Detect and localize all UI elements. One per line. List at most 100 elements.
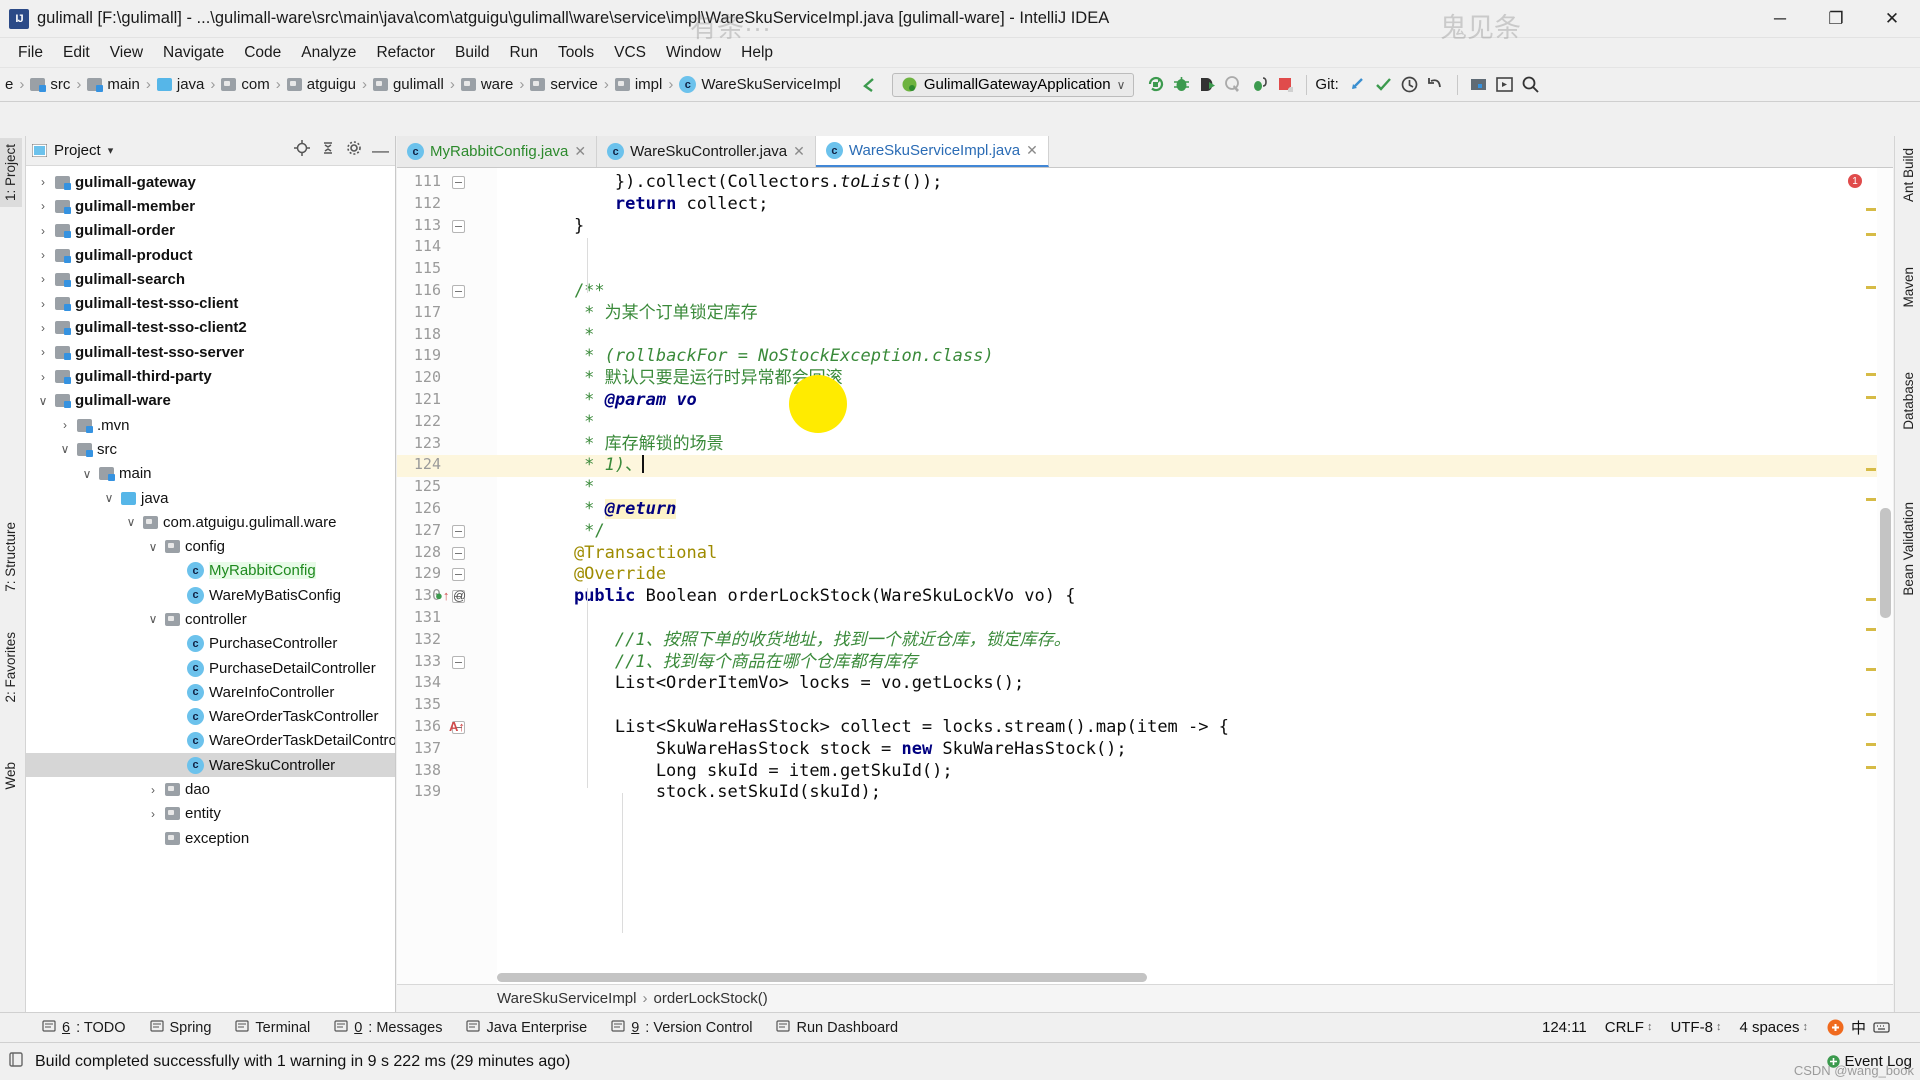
code-view[interactable]: 111 112 113 114 115 116 117 118 119 120 121 122 123 1… <box>397 168 1893 984</box>
tree-item[interactable]: c WareInfoController <box>26 680 395 704</box>
rerun-icon[interactable] <box>1142 72 1168 98</box>
ime-indicator[interactable]: 中 <box>1826 1017 1890 1038</box>
chevron-right-icon[interactable]: › <box>36 224 50 238</box>
breadcrumb-item-main[interactable]: main <box>84 74 143 95</box>
sidebar-item-web[interactable]: Web <box>0 756 22 796</box>
fold-toggle-icon[interactable] <box>452 568 465 582</box>
chevron-down-icon[interactable]: ∨ <box>102 491 116 505</box>
chevron-right-icon[interactable]: › <box>36 321 50 335</box>
code-line[interactable]: * 库存解锁的场景 <box>497 434 1893 456</box>
menu-item-code[interactable]: Code <box>234 40 291 66</box>
menu-item-edit[interactable]: Edit <box>53 40 100 66</box>
tree-item[interactable]: › gulimall-test-sso-client2 <box>26 316 395 340</box>
tree-item[interactable]: › .mvn <box>26 413 395 437</box>
menu-item-refactor[interactable]: Refactor <box>366 40 445 66</box>
code-line[interactable]: * <box>497 477 1893 499</box>
close-tab-icon[interactable]: ✕ <box>574 143 586 160</box>
tool-window-javaenterprise[interactable]: Java Enterprise <box>454 1016 599 1040</box>
chevron-down-icon[interactable]: ∨ <box>58 442 72 456</box>
chevron-right-icon[interactable]: › <box>36 345 50 359</box>
breadcrumb-class[interactable]: WareSkuServiceImpl <box>497 990 636 1007</box>
tree-item[interactable]: ∨ src <box>26 437 395 461</box>
debug-icon[interactable] <box>1168 72 1194 98</box>
tree-item[interactable]: › gulimall-third-party <box>26 364 395 388</box>
tree-item[interactable]: › gulimall-test-sso-client <box>26 291 395 315</box>
breadcrumb-item-src[interactable]: src <box>27 74 73 95</box>
code-line[interactable]: }).collect(Collectors.toList()); <box>497 172 1893 194</box>
fold-toggle-icon[interactable] <box>452 546 465 560</box>
code-line[interactable]: * 为某个订单锁定库存 <box>497 303 1893 325</box>
locate-icon[interactable] <box>294 140 310 161</box>
code-line[interactable] <box>497 259 1893 281</box>
attach-debugger-icon[interactable] <box>1246 72 1272 98</box>
sidebar-item-bean-validation[interactable]: Bean Validation <box>1897 496 1920 602</box>
menu-item-file[interactable]: File <box>8 40 53 66</box>
menu-item-build[interactable]: Build <box>445 40 499 66</box>
update-project-icon[interactable] <box>1345 72 1371 98</box>
maximize-button[interactable]: ❐ <box>1808 0 1864 38</box>
code-line[interactable]: List<OrderItemVo> locks = vo.getLocks(); <box>497 673 1893 695</box>
tree-item[interactable]: › gulimall-gateway <box>26 170 395 194</box>
fold-toggle-icon[interactable] <box>452 524 465 538</box>
profiler-icon[interactable] <box>1220 72 1246 98</box>
chevron-right-icon[interactable]: › <box>36 297 50 311</box>
line-separator-selector[interactable]: CRLF ↕ <box>1605 1019 1653 1036</box>
error-count-badge[interactable]: 1 <box>1848 174 1862 188</box>
editor-vertical-scrollbar[interactable] <box>1877 168 1893 984</box>
fold-toggle-icon[interactable] <box>452 219 465 233</box>
menu-item-analyze[interactable]: Analyze <box>291 40 366 66</box>
tree-item[interactable]: › gulimall-product <box>26 243 395 267</box>
sidebar-item-database[interactable]: Database <box>1897 366 1920 436</box>
breadcrumb-item-java[interactable]: java <box>154 74 208 95</box>
tool-window-terminal[interactable]: Terminal <box>223 1016 322 1040</box>
code-lines[interactable]: }).collect(Collectors.toList()); return … <box>497 168 1893 984</box>
code-line[interactable]: @Transactional <box>497 543 1893 565</box>
breadcrumb-item-service[interactable]: service <box>527 74 601 95</box>
code-line[interactable]: stock.setSkuId(skuId); <box>497 782 1893 804</box>
project-tree[interactable]: › gulimall-gateway › gulimall-member › gulima… <box>26 166 395 1012</box>
tool-window-versioncontrol[interactable]: 9: Version Control <box>599 1016 764 1040</box>
code-line[interactable]: SkuWareHasStock stock = new SkuWareHasSt… <box>497 739 1893 761</box>
tree-item[interactable]: c PurchaseController <box>26 632 395 656</box>
tree-item[interactable]: c WareOrderTaskDetailController <box>26 729 395 753</box>
override-gutter-icon[interactable]: ●↑ @ <box>435 588 466 603</box>
code-line[interactable]: //1、找到每个商品在哪个仓库都有库存 <box>497 652 1893 674</box>
editor-horizontal-scrollbar[interactable] <box>497 971 1863 984</box>
collapse-all-icon[interactable] <box>320 140 336 161</box>
tree-item[interactable]: c WareSkuController <box>26 753 395 778</box>
editor-tab[interactable]: c WareSkuController.java ✕ <box>597 136 816 167</box>
chevron-down-icon[interactable]: ▾ <box>108 144 114 157</box>
breadcrumb-item-com[interactable]: com <box>218 74 272 95</box>
code-line[interactable] <box>497 237 1893 259</box>
editor-gutter[interactable]: 111 112 113 114 115 116 117 118 119 120 121 122 123 1… <box>397 168 497 984</box>
fold-toggle-icon[interactable] <box>452 655 465 669</box>
rollback-icon[interactable] <box>1423 72 1449 98</box>
code-line[interactable] <box>497 695 1893 717</box>
code-line[interactable]: * @return <box>497 499 1893 521</box>
tree-item[interactable]: c WareOrderTaskController <box>26 705 395 729</box>
editor-tab[interactable]: c MyRabbitConfig.java ✕ <box>397 136 598 167</box>
caret-position[interactable]: 124:11 <box>1542 1019 1587 1036</box>
breadcrumb-item-ware[interactable]: ware <box>458 74 517 95</box>
menu-item-navigate[interactable]: Navigate <box>153 40 234 66</box>
error-stripe[interactable] <box>1865 168 1877 984</box>
chevron-down-icon[interactable]: ∨ <box>124 515 138 529</box>
sidebar-item-structure[interactable]: 7: Structure <box>0 516 22 598</box>
tree-item[interactable]: › gulimall-search <box>26 267 395 291</box>
chevron-right-icon[interactable]: › <box>36 370 50 384</box>
sidebar-item-maven[interactable]: Maven <box>1897 261 1920 314</box>
code-line[interactable]: */ <box>497 521 1893 543</box>
sidebar-item-project[interactable]: 1: Project <box>0 138 22 208</box>
tree-item[interactable]: ∨ com.atguigu.gulimall.ware <box>26 510 395 534</box>
tree-item[interactable]: c WareMyBatisConfig <box>26 583 395 607</box>
tree-item[interactable]: ∨ java <box>26 486 395 510</box>
editor-tab[interactable]: c WareSkuServiceImpl.java ✕ <box>815 136 1049 167</box>
tree-item[interactable]: › gulimall-test-sso-server <box>26 340 395 364</box>
chevron-down-icon[interactable]: ∨ <box>80 467 94 481</box>
tool-window-messages[interactable]: 0: Messages <box>322 1016 454 1040</box>
chevron-right-icon[interactable]: › <box>36 175 50 189</box>
code-line[interactable]: * <box>497 412 1893 434</box>
fold-toggle-icon[interactable] <box>452 176 465 189</box>
breadcrumb-method[interactable]: orderLockStock() <box>653 990 767 1007</box>
search-everywhere-icon[interactable] <box>1518 72 1544 98</box>
